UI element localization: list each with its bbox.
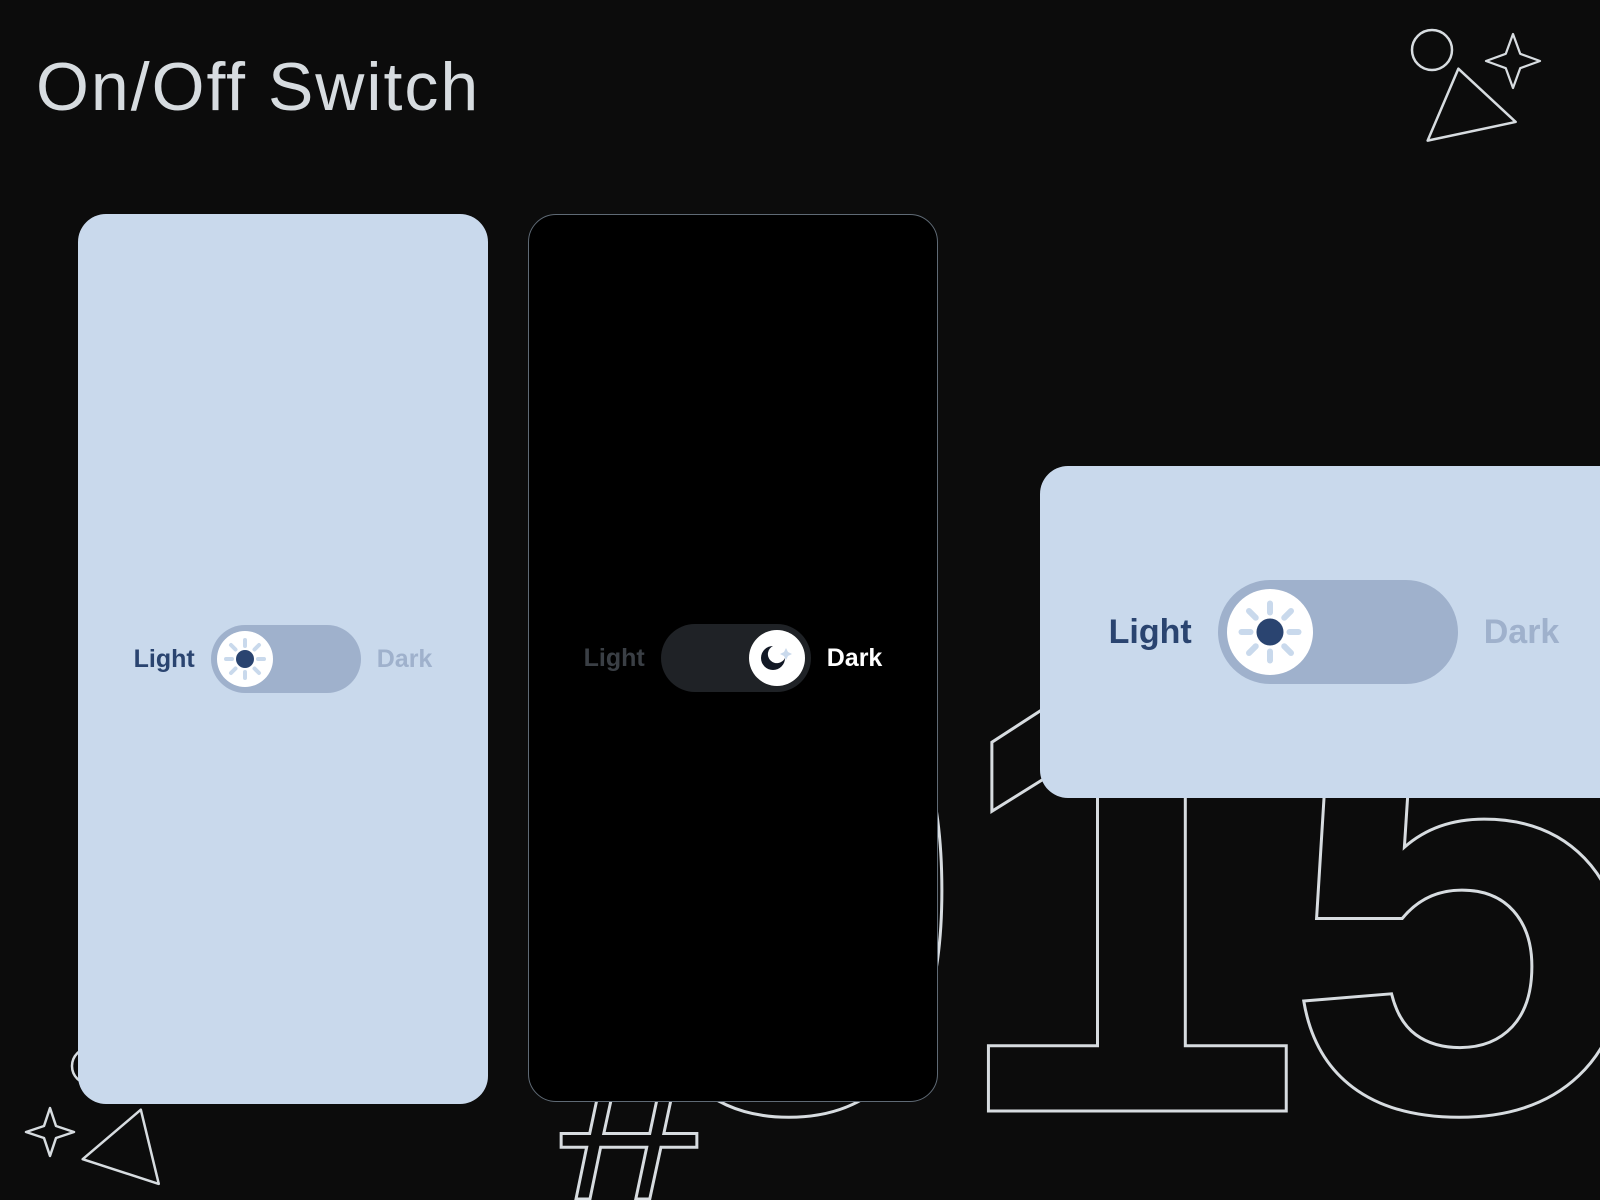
light-label: Light (134, 645, 195, 674)
sparkle-icon (780, 648, 792, 660)
light-label: Light (1109, 613, 1192, 652)
theme-switch-row: Light Dark (529, 624, 937, 692)
preview-card-wide: Light Dark (1040, 466, 1600, 798)
moon-icon (755, 636, 799, 680)
theme-toggle[interactable] (661, 624, 811, 692)
toggle-knob (1227, 589, 1313, 675)
toggle-knob (749, 630, 805, 686)
preview-card-dark-phone: Light Dark (528, 214, 938, 1102)
theme-toggle[interactable] (211, 625, 361, 693)
dark-label: Dark (827, 644, 883, 673)
theme-switch-row: Light Dark (1040, 580, 1600, 684)
triangle-icon (83, 1097, 179, 1184)
light-label: Light (584, 644, 645, 673)
sun-icon (1237, 599, 1303, 665)
sun-icon (223, 637, 267, 681)
triangle-icon (1414, 59, 1515, 140)
circle-icon (1412, 30, 1452, 70)
sparkle-icon (26, 1108, 74, 1156)
decorative-shapes-top (1370, 20, 1570, 160)
sparkle-icon (1486, 34, 1540, 88)
theme-toggle[interactable] (1218, 580, 1458, 684)
toggle-knob (217, 631, 273, 687)
dark-label: Dark (377, 645, 433, 674)
preview-card-light-phone: Light Dark (78, 214, 488, 1104)
theme-switch-row: Light Dark (78, 625, 488, 693)
dark-label: Dark (1484, 613, 1560, 652)
page-title: On/Off Switch (36, 48, 480, 126)
